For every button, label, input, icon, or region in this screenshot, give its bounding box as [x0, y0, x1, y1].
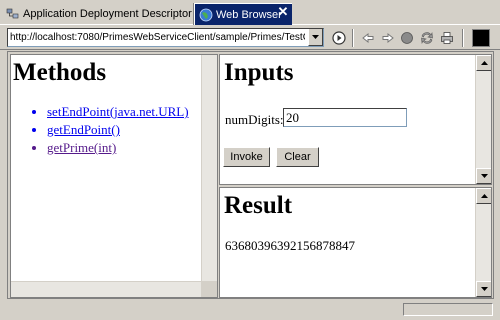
- browser-content: Methods setEndPoint(java.net.URL) getEnd…: [7, 51, 494, 299]
- back-icon[interactable]: [360, 30, 376, 46]
- progress-field: [403, 303, 493, 316]
- horizontal-scrollbar[interactable]: [11, 281, 201, 297]
- vertical-scrollbar[interactable]: [475, 55, 491, 184]
- close-tab-icon[interactable]: ✕: [276, 5, 290, 19]
- refresh-icon[interactable]: [419, 30, 435, 46]
- methods-title: Methods: [13, 59, 107, 86]
- scroll-up-button[interactable]: [476, 55, 491, 71]
- chevron-down-icon: [480, 287, 488, 291]
- result-title: Result: [224, 192, 293, 219]
- view-menu-button[interactable]: [472, 29, 490, 47]
- print-icon[interactable]: [439, 30, 455, 46]
- list-item: setEndPoint(java.net.URL): [47, 103, 189, 121]
- method-link-getprime[interactable]: getPrime(int): [47, 140, 116, 155]
- scroll-up-button[interactable]: [476, 188, 491, 204]
- method-link-setendpoint[interactable]: setEndPoint(java.net.URL): [47, 104, 189, 119]
- methods-frame: Methods setEndPoint(java.net.URL) getEnd…: [10, 54, 218, 298]
- scroll-down-button[interactable]: [476, 281, 491, 297]
- tab-label: Web Browser: [216, 8, 282, 21]
- result-frame: Result 63680396392156878847: [219, 187, 492, 298]
- browser-toolbar: http://localhost:7080/PrimesWebServiceCl…: [0, 25, 500, 50]
- clear-button[interactable]: Clear: [276, 147, 319, 167]
- tab-deployment-descriptor[interactable]: Application Deployment Descriptor: [2, 3, 194, 25]
- scroll-corner: [201, 281, 217, 297]
- globe-icon: [199, 8, 213, 22]
- vertical-scrollbar[interactable]: [201, 55, 217, 283]
- numdigits-label: numDigits:: [225, 112, 284, 127]
- editor-tab-bar: Application Deployment Descriptor Web Br…: [0, 0, 500, 25]
- chevron-up-icon: [480, 194, 488, 198]
- list-item: getPrime(int): [47, 139, 189, 157]
- toolbar-separator: [462, 29, 464, 47]
- toolbar-separator: [352, 29, 354, 47]
- numdigits-input[interactable]: 20: [283, 108, 407, 127]
- go-icon[interactable]: [331, 30, 347, 46]
- deployment-descriptor-icon: [6, 7, 20, 21]
- vertical-scrollbar[interactable]: [475, 188, 491, 297]
- result-value: 63680396392156878847: [225, 238, 355, 253]
- forward-icon[interactable]: [380, 30, 396, 46]
- url-combobox[interactable]: http://localhost:7080/PrimesWebServiceCl…: [7, 28, 324, 47]
- inputs-frame: Inputs numDigits: 20 Invoke Clear: [219, 54, 492, 185]
- list-item: getEndPoint(): [47, 121, 189, 139]
- chevron-down-icon: [312, 35, 319, 39]
- chevron-down-icon: [480, 174, 488, 178]
- tab-label: Application Deployment Descriptor: [23, 8, 192, 20]
- stop-icon[interactable]: [399, 30, 415, 46]
- inputs-title: Inputs: [224, 59, 294, 86]
- methods-list: setEndPoint(java.net.URL) getEndPoint() …: [31, 103, 189, 157]
- url-dropdown-button[interactable]: [308, 29, 323, 46]
- url-value[interactable]: http://localhost:7080/PrimesWebServiceCl…: [10, 29, 305, 46]
- status-bar: [0, 300, 500, 320]
- invoke-button[interactable]: Invoke: [223, 147, 270, 167]
- method-link-getendpoint[interactable]: getEndPoint(): [47, 122, 120, 137]
- chevron-up-icon: [480, 61, 488, 65]
- scroll-down-button[interactable]: [476, 168, 491, 184]
